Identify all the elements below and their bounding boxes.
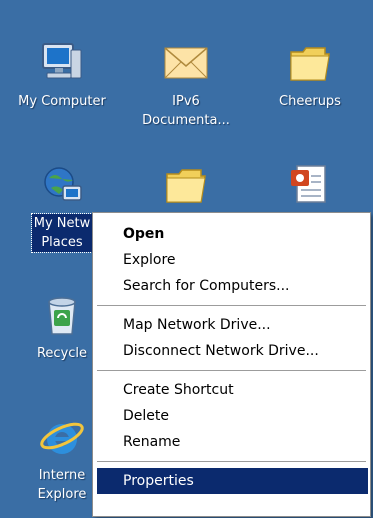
desktop-icon-my-computer[interactable]: My Computer — [14, 30, 110, 140]
document-icon — [291, 165, 326, 203]
desktop-icon-label: My Computer — [18, 94, 106, 109]
menu-item-map-network-drive[interactable]: Map Network Drive... — [93, 312, 370, 338]
internet-explorer-icon — [40, 422, 84, 454]
desktop-icon-ipv6-documenta[interactable]: IPv6 Documenta... — [138, 30, 234, 140]
menu-separator — [97, 305, 366, 306]
desktop-icon-label: My Netw Places — [30, 213, 94, 253]
menu-item-delete[interactable]: Delete — [93, 403, 370, 429]
menu-item-disconnect-network-drive[interactable]: Disconnect Network Drive... — [93, 338, 370, 364]
menu-item-properties[interactable]: Properties — [97, 468, 368, 494]
menu-item-explore[interactable]: Explore — [93, 247, 370, 273]
folder-icon — [290, 47, 330, 81]
desktop-icon-cheerups[interactable]: Cheerups — [262, 30, 358, 140]
menu-separator — [97, 461, 366, 462]
context-menu: Open Explore Search for Computers... Map… — [92, 212, 371, 517]
menu-item-search-for-computers[interactable]: Search for Computers... — [93, 273, 370, 299]
envelope-icon — [164, 47, 208, 79]
desktop-icon-label: Cheerups — [279, 94, 341, 109]
menu-item-open[interactable]: Open — [93, 221, 370, 247]
menu-separator — [97, 370, 366, 371]
desktop[interactable]: My Computer IPv6 Documenta... Cheerups M… — [0, 0, 373, 518]
recycle-bin-icon — [48, 297, 76, 335]
desktop-icon-label: Recycle — [36, 346, 88, 361]
my-computer-icon — [42, 43, 82, 79]
network-places-icon — [44, 167, 82, 201]
folder-icon — [166, 169, 206, 203]
menu-item-rename[interactable]: Rename — [93, 429, 370, 455]
desktop-icon-label: Interne Explore — [37, 468, 87, 502]
menu-item-create-shortcut[interactable]: Create Shortcut — [93, 377, 370, 403]
desktop-icon-label: IPv6 Documenta... — [142, 94, 230, 128]
